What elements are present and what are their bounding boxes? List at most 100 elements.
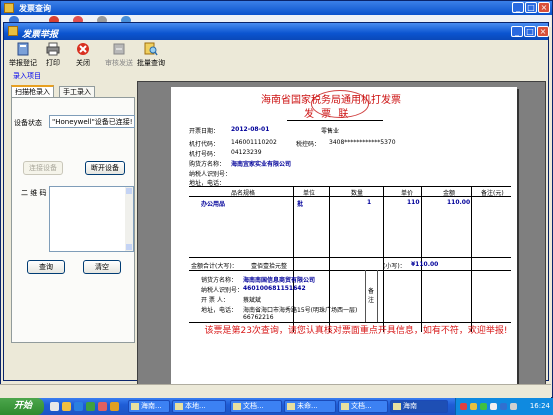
print-button[interactable]: 打印 — [36, 42, 70, 70]
taskbar: 开始 海南... 本地... 文档... 未命... 文档... 海南 16:2… — [0, 398, 553, 415]
total-label: 金额合计(大写)： — [191, 263, 238, 270]
seller-address-value: 海南省海口市海秀路15号(明珠广场西一层) — [243, 307, 358, 314]
qrcode-scrollbar[interactable] — [125, 187, 133, 251]
seller-name-value: 海南南国信息商贸有限公司 — [243, 277, 316, 284]
seller-id-label: 纳税人识别号： — [201, 287, 244, 294]
quicklaunch-icon[interactable] — [98, 402, 107, 411]
row-item-price: 110 — [407, 199, 420, 206]
scroll-up-arrow-icon[interactable] — [126, 188, 132, 194]
tray-icon[interactable] — [480, 403, 487, 410]
invoice-report-window: 发票举报 _ □ × 举报登记 打印 关闭 审核发送 批量查询 录入项目 扫描枪… — [3, 22, 549, 403]
seller-name-label: 销货方名称： — [201, 277, 238, 284]
invoice-title: 海南省国家税务局通用机打发票 — [261, 95, 401, 106]
window-icon — [175, 403, 183, 410]
taskbar-button[interactable]: 未命... — [284, 400, 336, 413]
close-button[interactable]: × — [537, 26, 549, 37]
batch-query-icon — [144, 42, 158, 56]
tray-icon[interactable] — [490, 403, 497, 410]
remark-divider — [377, 270, 378, 322]
drawer-label: 开 票 人： — [201, 297, 229, 304]
clock: 16:24 — [529, 402, 550, 410]
remark-label: 备注 — [368, 288, 375, 304]
taskbar-button[interactable]: 文档... — [338, 400, 388, 413]
toolbar: 举报登记 打印 关闭 审核发送 批量查询 — [4, 40, 548, 72]
query-button[interactable]: 查询 — [27, 260, 65, 274]
seller-bottom-border — [189, 322, 511, 323]
quicklaunch-icon[interactable] — [86, 402, 95, 411]
taskbar-button[interactable]: 文档... — [230, 400, 282, 413]
printer-icon — [46, 42, 60, 56]
seller-address-label: 地址，电话： — [201, 307, 238, 314]
maximize-button[interactable]: □ — [525, 2, 537, 13]
total-upper-value: 壹佰壹拾元整 — [251, 263, 288, 270]
report-register-button[interactable]: 举报登记 — [6, 42, 40, 70]
tab-scanner-input[interactable]: 扫描枪录入 — [11, 85, 54, 97]
industry: 零售业 — [321, 128, 340, 135]
row-item-name: 办公用品 — [201, 201, 226, 208]
start-button[interactable]: 开始 — [0, 398, 44, 415]
remark-divider — [365, 270, 366, 322]
total-small-label: (小写)： — [383, 263, 406, 270]
tax-control-label: 税控码： — [296, 141, 321, 148]
window-icon — [233, 403, 241, 410]
minimize-button[interactable]: _ — [511, 26, 523, 37]
system-tray: 16:24 — [455, 398, 553, 415]
total-bottom-border — [189, 270, 511, 271]
payer-label: 购货方名称： — [189, 161, 226, 168]
qrcode-textarea[interactable] — [49, 186, 134, 252]
row-item-amount: 110.00 — [447, 199, 471, 206]
app-icon — [8, 26, 18, 36]
scroll-down-arrow-icon[interactable] — [126, 244, 132, 250]
device-status-field: "Honeywell"设备已连接! — [49, 115, 135, 128]
row-item-qty: 1 — [367, 199, 372, 206]
taskbar-button-active[interactable]: 海南 — [390, 400, 448, 413]
quicklaunch-icon[interactable] — [110, 402, 119, 411]
invoice-viewer: 海南省国家税务局通用机打发票 发 票 联 开票日期： 2012-08-01 零售… — [137, 81, 546, 394]
invoice-subtitle: 发 票 联 — [304, 109, 351, 120]
table-col-divider — [383, 186, 384, 332]
seller-phone-value: 66762216 — [243, 314, 274, 321]
minimize-button[interactable]: _ — [512, 2, 524, 13]
taskbar-button[interactable]: 海南... — [128, 400, 170, 413]
quicklaunch-icon[interactable] — [74, 402, 83, 411]
close-button[interactable]: × — [538, 2, 550, 13]
number-label: 机打号码： — [189, 151, 220, 158]
review-send-icon — [113, 43, 125, 55]
window-icon — [393, 403, 401, 410]
date-label: 开票日期： — [189, 128, 220, 135]
invoice-paper: 海南省国家税务局通用机打发票 发 票 联 开票日期： 2012-08-01 零售… — [171, 87, 517, 387]
window-icon — [341, 403, 349, 410]
date-value: 2012-08-01 — [231, 126, 270, 133]
query-notice: 该票是第23次查询，请您认真核对票面重点开具信息，如有不符，欢迎举报! — [204, 326, 508, 336]
batch-query-button[interactable]: 批量查询 — [134, 42, 168, 70]
payer-value: 海南宜家实业有限公司 — [231, 161, 292, 168]
input-panel: 扫描枪录入 手工录入 设备状态 "Honeywell"设备已连接! 连接设备 断… — [9, 79, 137, 343]
taskbar-button[interactable]: 本地... — [172, 400, 226, 413]
table-col-divider — [471, 186, 472, 332]
quicklaunch-icon[interactable] — [50, 402, 59, 411]
col-header-remark: 备注(元) — [481, 190, 504, 197]
close-window-button[interactable]: 关闭 — [66, 42, 100, 70]
tray-icon[interactable] — [510, 403, 517, 410]
connect-device-button[interactable]: 连接设备 — [23, 161, 63, 175]
outer-title-bar[interactable]: 发票查询 _ □ × — [1, 1, 552, 15]
device-status-label: 设备状态 — [14, 119, 42, 127]
clear-button[interactable]: 清空 — [83, 260, 121, 274]
tab-manual-input[interactable]: 手工录入 — [59, 86, 95, 97]
number-value: 04123239 — [231, 149, 262, 156]
table-top-border — [189, 186, 511, 187]
restore-button[interactable]: □ — [524, 26, 536, 37]
inner-title-bar[interactable]: 发票举报 _ □ × — [4, 23, 549, 40]
col-header-unit: 单位 — [303, 190, 316, 197]
tray-icon[interactable] — [470, 403, 477, 410]
inner-window-title: 发票举报 — [22, 30, 59, 40]
review-send-button[interactable]: 审核发送 — [102, 42, 136, 70]
code-label: 机打代码： — [189, 141, 220, 148]
disconnect-device-button[interactable]: 断开设备 — [85, 161, 125, 175]
status-bar — [0, 384, 551, 398]
quicklaunch-icon[interactable] — [62, 402, 71, 411]
tray-icon[interactable] — [460, 403, 467, 410]
row-item-unit: 批 — [297, 201, 304, 208]
title-underline — [287, 120, 383, 121]
tray-icon[interactable] — [500, 403, 507, 410]
